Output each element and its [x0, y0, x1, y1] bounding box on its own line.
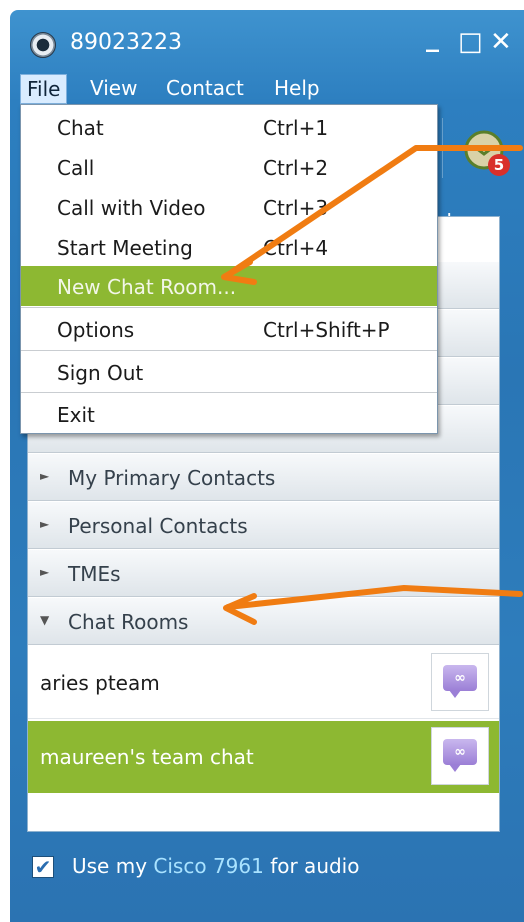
close-icon[interactable]: ✕	[490, 28, 512, 56]
menu-bar: File View Contact Help	[10, 72, 524, 106]
presence-status-icon[interactable]	[30, 32, 56, 58]
menu-item-call-with-video[interactable]: Call with Video Ctrl+3	[21, 187, 437, 227]
use-phone-for-audio-checkbox[interactable]: ✔	[32, 856, 54, 878]
expand-arrow-icon: ►	[40, 469, 50, 483]
window-title: 89023223	[70, 30, 182, 55]
group-label: Personal Contacts	[68, 514, 248, 538]
menu-separator	[21, 350, 437, 351]
expand-arrow-icon: ►	[40, 565, 50, 579]
menu-item-options[interactable]: Options Ctrl+Shift+P	[21, 309, 437, 349]
group-row-my-primary-contacts[interactable]: ► My Primary Contacts	[28, 453, 499, 501]
device-link[interactable]: Cisco 7961	[153, 854, 263, 878]
minimize-icon[interactable]: _	[426, 24, 439, 52]
menu-item-start-meeting[interactable]: Start Meeting Ctrl+4	[21, 227, 437, 267]
menu-item-new-chat-room[interactable]: New Chat Room...	[21, 266, 437, 306]
audio-device-footer: ✔ Use my Cisco 7961 for audio	[10, 842, 524, 902]
group-label: My Primary Contacts	[68, 466, 276, 490]
menu-contact[interactable]: Contact	[160, 74, 250, 104]
menu-item-chat[interactable]: Chat Ctrl+1	[21, 107, 437, 147]
menu-view[interactable]: View	[84, 74, 143, 104]
group-row-personal-contacts[interactable]: ► Personal Contacts	[28, 501, 499, 549]
toolbar-divider	[442, 118, 443, 178]
menu-item-call[interactable]: Call Ctrl+2	[21, 147, 437, 187]
title-bar[interactable]: 89023223 _ □ ✕	[10, 10, 524, 66]
menu-item-sign-out[interactable]: Sign Out	[21, 352, 437, 392]
group-row-chat-rooms[interactable]: ▼ Chat Rooms	[28, 597, 499, 645]
voicemail-badge: 5	[488, 154, 510, 176]
group-label: TMEs	[68, 562, 121, 586]
chat-room-maureens-team-chat[interactable]: maureen's team chat ∞	[28, 721, 499, 793]
chat-room-label: aries pteam	[40, 671, 160, 695]
menu-separator	[21, 307, 437, 308]
expand-arrow-icon: ►	[40, 517, 50, 531]
chat-room-icon[interactable]: ∞	[431, 727, 489, 785]
menu-file[interactable]: File	[20, 74, 68, 104]
group-label: Chat Rooms	[68, 610, 189, 634]
menu-separator	[21, 392, 437, 393]
group-row-tmes[interactable]: ► TMEs	[28, 549, 499, 597]
chat-room-label: maureen's team chat	[40, 745, 254, 769]
file-menu-dropdown: Chat Ctrl+1 Call Ctrl+2 Call with Video …	[20, 104, 438, 434]
chat-room-aries-pteam[interactable]: aries pteam ∞	[28, 647, 499, 719]
maximize-icon[interactable]: □	[458, 28, 483, 56]
menu-item-exit[interactable]: Exit	[21, 394, 437, 434]
chat-room-icon[interactable]: ∞	[431, 653, 489, 711]
menu-help[interactable]: Help	[268, 74, 326, 104]
audio-device-label: Use my Cisco 7961 for audio	[72, 854, 360, 878]
collapse-arrow-icon: ▼	[40, 613, 50, 627]
